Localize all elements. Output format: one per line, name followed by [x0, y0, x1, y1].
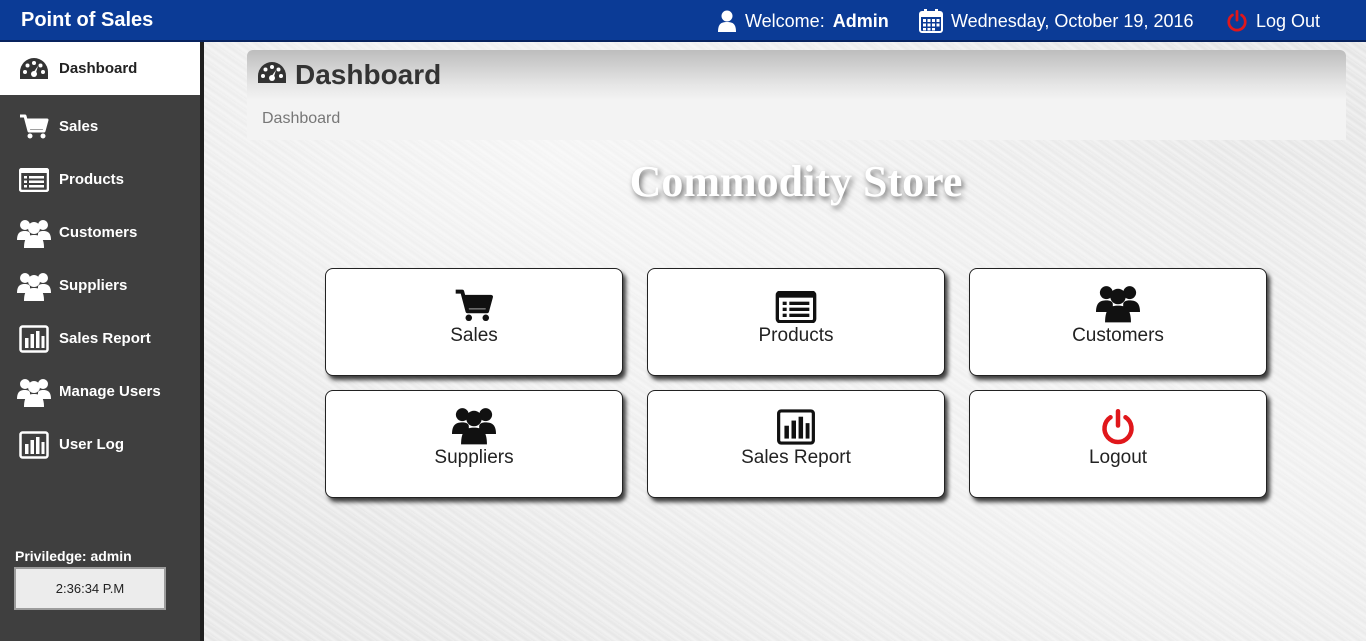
- cart-icon: [454, 287, 494, 323]
- customers-tile[interactable]: Customers: [969, 268, 1267, 376]
- cart-icon: [17, 114, 51, 140]
- sidebar-item-label: User Log: [59, 436, 125, 453]
- products-tile[interactable]: Products: [647, 268, 945, 376]
- top-bar: Point of Sales Welcome: Admin Wednesday,…: [0, 0, 1366, 42]
- sidebar-item-user-log[interactable]: User Log: [0, 418, 200, 471]
- main-content: Dashboard Dashboard Commodity Store Sale…: [204, 42, 1366, 641]
- sidebar-item-label: Suppliers: [59, 277, 128, 294]
- welcome-label: Welcome:: [745, 10, 825, 31]
- users-icon: [17, 377, 51, 407]
- app-title: Point of Sales: [21, 9, 154, 31]
- bar-chart-icon: [775, 409, 817, 445]
- current-date: Wednesday, October 19, 2016: [919, 8, 1194, 34]
- calendar-icon: [919, 9, 943, 33]
- sidebar-item-dashboard[interactable]: Dashboard: [0, 42, 200, 95]
- logout-tile[interactable]: Logout: [969, 390, 1267, 498]
- power-icon: [1226, 10, 1248, 32]
- sidebar-item-products[interactable]: Products: [0, 153, 200, 206]
- suppliers-tile[interactable]: Suppliers: [325, 390, 623, 498]
- sidebar-item-label: Products: [59, 171, 125, 188]
- bar-chart-icon: [17, 430, 51, 459]
- sidebar-item-manage-users[interactable]: Manage Users: [0, 365, 200, 418]
- sales-report-tile[interactable]: Sales Report: [647, 390, 945, 498]
- sidebar-item-label: Manage Users: [59, 383, 161, 400]
- sales-tile[interactable]: Sales: [325, 268, 623, 376]
- sidebar-item-sales[interactable]: Sales: [0, 100, 200, 153]
- sidebar-item-customers[interactable]: Customers: [0, 206, 200, 259]
- privilege-label: Priviledge: admin: [15, 548, 132, 564]
- tile-label: Suppliers: [434, 447, 514, 468]
- sidebar: Dashboard Sales Products Customers Suppl…: [0, 42, 204, 641]
- sidebar-item-label: Dashboard: [59, 60, 138, 77]
- users-icon: [452, 408, 496, 445]
- sidebar-item-label: Sales Report: [59, 330, 151, 347]
- dashboard-panel: Dashboard Dashboard: [247, 50, 1346, 140]
- power-icon: [1100, 409, 1136, 445]
- tile-label: Products: [758, 325, 834, 346]
- tile-label: Sales Report: [741, 447, 851, 468]
- page-title: Dashboard: [295, 59, 442, 90]
- dashboard-icon: [257, 61, 287, 90]
- users-icon: [17, 271, 51, 301]
- logout-label[interactable]: Log Out: [1256, 11, 1320, 32]
- user-icon: [717, 10, 737, 32]
- list-icon: [17, 167, 51, 192]
- tile-label: Sales: [450, 325, 498, 346]
- username: Admin: [832, 10, 889, 31]
- list-icon: [775, 287, 817, 323]
- bar-chart-icon: [17, 324, 51, 353]
- clock-display: 2:36:34 P.M: [14, 567, 166, 610]
- tile-label: Customers: [1072, 325, 1164, 346]
- users-icon: [1096, 286, 1140, 323]
- date-text: Wednesday, October 19, 2016: [951, 10, 1194, 31]
- sidebar-item-label: Customers: [59, 224, 138, 241]
- users-icon: [17, 218, 51, 248]
- welcome-user: Welcome: Admin: [717, 8, 889, 34]
- dashboard-icon: [17, 57, 51, 81]
- breadcrumb[interactable]: Dashboard: [262, 110, 340, 128]
- store-name: Commodity Store: [629, 157, 963, 206]
- sidebar-item-sales-report[interactable]: Sales Report: [0, 312, 200, 365]
- panel-header: Dashboard: [247, 50, 1346, 100]
- sidebar-item-label: Sales: [59, 118, 99, 135]
- tile-label: Logout: [1088, 447, 1148, 468]
- sidebar-item-suppliers[interactable]: Suppliers: [0, 259, 200, 312]
- logout-link[interactable]: Log Out: [1226, 8, 1320, 34]
